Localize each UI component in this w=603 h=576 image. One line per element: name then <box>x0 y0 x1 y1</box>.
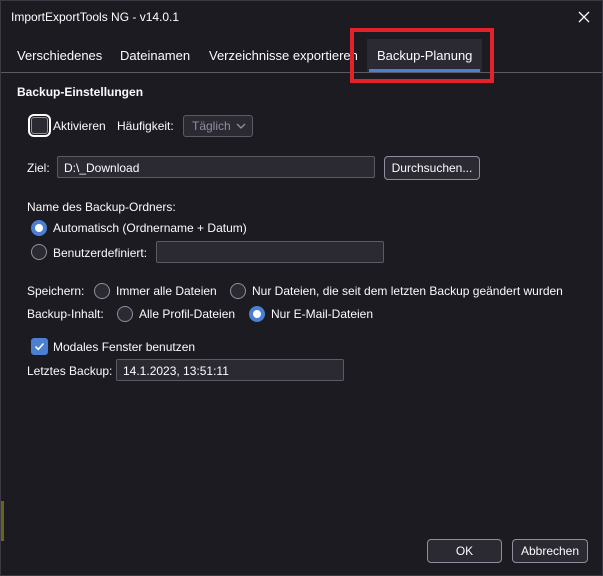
folder-auto-radio[interactable] <box>31 220 47 236</box>
activate-checkbox[interactable] <box>28 114 51 137</box>
save-all-label: Immer alle Dateien <box>116 284 217 298</box>
chevron-down-icon <box>236 123 246 129</box>
activate-label: Aktivieren <box>53 119 106 133</box>
tab-verzeichnisse-exportieren[interactable]: Verzeichnisse exportieren <box>209 39 358 72</box>
folder-custom-label: Benutzerdefiniert: <box>53 246 148 260</box>
tab-verschiedenes[interactable]: Verschiedenes <box>17 39 102 72</box>
frequency-select[interactable]: Täglich <box>183 115 253 137</box>
ok-button[interactable]: OK <box>427 539 502 563</box>
tab-bar: Verschiedenes Dateinamen Verzeichnisse e… <box>1 39 602 73</box>
window-title: ImportExportTools NG - v14.0.1 <box>11 10 180 24</box>
content-mail-radio[interactable] <box>249 306 265 322</box>
save-changed-radio[interactable] <box>230 283 246 299</box>
dialog-window: ImportExportTools NG - v14.0.1 Verschied… <box>0 0 603 576</box>
frequency-value: Täglich <box>192 119 231 133</box>
save-all-radio[interactable] <box>94 283 110 299</box>
section-title: Backup-Einstellungen <box>17 85 144 99</box>
background-window-strip <box>1 501 4 541</box>
tab-dateinamen[interactable]: Dateinamen <box>120 39 190 72</box>
folder-custom-radio[interactable] <box>31 244 47 260</box>
frequency-label: Häufigkeit: <box>117 119 174 133</box>
close-icon <box>578 11 590 23</box>
cancel-button[interactable]: Abbrechen <box>512 539 588 563</box>
content-mail-label: Nur E-Mail-Dateien <box>271 307 374 321</box>
last-backup-field: 14.1.2023, 13:51:11 <box>116 359 344 381</box>
browse-button[interactable]: Durchsuchen... <box>384 156 480 180</box>
folder-auto-label: Automatisch (Ordnername + Datum) <box>53 221 247 235</box>
checkmark-icon <box>34 342 45 351</box>
target-label: Ziel: <box>27 161 50 175</box>
close-button[interactable] <box>574 7 594 27</box>
last-backup-label: Letztes Backup: <box>27 364 113 378</box>
tab-backup-planung[interactable]: Backup-Planung <box>367 39 483 72</box>
modal-window-label: Modales Fenster benutzen <box>53 340 196 354</box>
content-profile-label: Alle Profil-Dateien <box>139 307 236 321</box>
folder-custom-input[interactable] <box>156 241 384 263</box>
save-label: Speichern: <box>27 284 85 298</box>
target-path-input[interactable]: D:\_Download <box>57 156 375 178</box>
content-label: Backup-Inhalt: <box>27 307 104 321</box>
modal-window-checkbox[interactable] <box>31 338 48 355</box>
title-bar: ImportExportTools NG - v14.0.1 <box>1 1 602 33</box>
content-profile-radio[interactable] <box>117 306 133 322</box>
folder-name-label: Name des Backup-Ordners: <box>27 200 176 214</box>
save-changed-label: Nur Dateien, die seit dem letzten Backup… <box>252 284 563 298</box>
